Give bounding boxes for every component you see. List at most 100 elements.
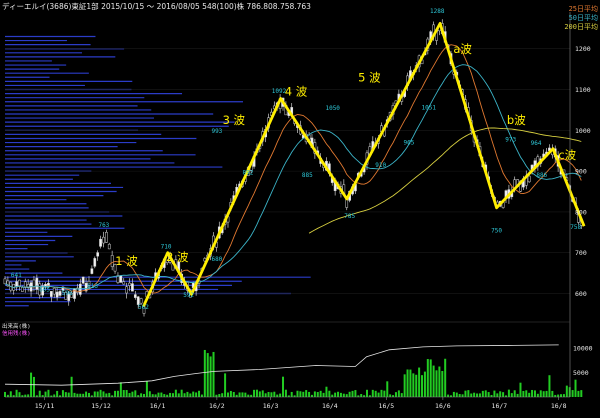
stock-chart: 1 波 2 波 3 波 4 波 5 波 a波 b波 c波 641 605 596 763 613 562… xyxy=(0,0,600,418)
x-tick-label: 16/5 xyxy=(379,402,395,410)
price-annotation: 964 xyxy=(531,140,542,147)
x-tick-label: 15/11 xyxy=(35,402,55,410)
volume-bar xyxy=(325,386,328,397)
volume-bar xyxy=(105,393,108,397)
candle-body xyxy=(81,276,85,284)
volume-bar xyxy=(108,392,111,397)
volume-bar xyxy=(24,394,27,397)
volume-bar xyxy=(403,374,406,397)
price-annotation: 892 xyxy=(243,169,254,176)
candle-body xyxy=(128,282,131,286)
volume-bar xyxy=(119,382,122,397)
wave-label: c波 xyxy=(558,148,576,162)
ma-legend-50: 50日平均 xyxy=(569,13,598,22)
volume-bar xyxy=(562,394,565,397)
volume-bar xyxy=(270,392,273,397)
candle-body xyxy=(107,243,111,250)
x-tick-label: 16/2 xyxy=(209,402,225,410)
price-annotation: 993 xyxy=(211,128,222,135)
price-annotation: 973 xyxy=(505,136,516,143)
elliott-wave: 1 波 2 波 3 波 4 波 5 波 a波 b波 c波 xyxy=(115,21,586,308)
volume-bar xyxy=(232,391,235,397)
ma-legend-200: 200日平均 xyxy=(564,22,598,31)
price-annotation: 758 xyxy=(570,224,581,231)
volume-label: 出来高(株) xyxy=(2,322,31,330)
price-tick-label: 700 xyxy=(575,249,587,257)
volume-bar xyxy=(273,391,276,397)
volume-bar xyxy=(255,389,258,397)
wave-label: 1 波 xyxy=(115,254,138,268)
price-annotation: 886 xyxy=(536,172,547,179)
candle-body xyxy=(102,236,105,244)
volume-bar xyxy=(348,391,351,397)
volume-bar xyxy=(32,376,35,397)
volume-bar xyxy=(481,390,484,397)
volume-bar xyxy=(305,390,308,397)
volume-bar xyxy=(519,382,522,397)
x-tick-label: 16/3 xyxy=(263,402,279,410)
price-annotation: 605 xyxy=(39,286,50,293)
volume-bar xyxy=(6,394,9,397)
volume-bar xyxy=(406,369,409,397)
candlesticks xyxy=(3,19,583,317)
volume-tick-label: 5000 xyxy=(573,369,589,377)
price-annotation: 1288 xyxy=(430,8,445,15)
volume-bar xyxy=(192,391,195,397)
candle-body xyxy=(96,252,100,257)
volume-bar xyxy=(409,369,412,397)
volume-bar xyxy=(400,393,403,397)
volume-bar xyxy=(531,389,534,397)
volume-bar xyxy=(238,392,241,397)
volume-bar xyxy=(206,353,209,397)
volume-bar xyxy=(577,390,580,397)
volume-bar xyxy=(316,392,319,397)
volume-panel xyxy=(4,344,583,397)
volume-bar xyxy=(171,393,174,397)
volume-bar xyxy=(502,392,505,397)
volume-bar xyxy=(328,390,331,397)
candle-body xyxy=(99,238,102,247)
volume-bar xyxy=(539,390,542,397)
volume-bar xyxy=(389,394,392,397)
volume-bar xyxy=(296,390,299,397)
price-annotation: 750 xyxy=(491,227,502,234)
price-tick-label: 800 xyxy=(575,208,587,216)
volume-bar xyxy=(499,391,502,397)
volume-bar xyxy=(125,390,128,397)
volume-bar xyxy=(38,390,41,397)
margin-balance-line xyxy=(4,344,559,386)
volume-bar xyxy=(510,393,513,397)
volume-bar xyxy=(478,393,481,397)
volume-bar xyxy=(264,393,267,397)
volume-bar xyxy=(394,392,397,397)
volume-bar xyxy=(154,394,157,397)
volume-bar xyxy=(226,392,229,397)
volume-bar xyxy=(224,373,227,397)
volume-bar xyxy=(308,391,311,397)
volume-bar xyxy=(102,391,105,397)
volume-bar xyxy=(27,394,30,397)
volume-bar xyxy=(261,390,264,397)
volume-bar xyxy=(452,391,455,397)
volume-bar xyxy=(418,367,421,397)
candle-body xyxy=(527,175,531,183)
candle-body xyxy=(110,255,114,267)
volume-bar xyxy=(82,393,85,397)
volume-bar xyxy=(421,375,424,397)
volume-bar xyxy=(99,389,102,397)
price-annotation: 596 xyxy=(62,290,73,297)
volume-bar xyxy=(507,389,510,397)
volume-bar xyxy=(276,394,279,397)
volume-bar xyxy=(169,392,172,397)
volume-bar xyxy=(128,393,131,397)
volume-bar xyxy=(496,393,499,397)
candle-body xyxy=(73,288,76,299)
candle-body xyxy=(32,279,36,288)
volume-bar xyxy=(290,391,293,397)
volume-bar xyxy=(198,390,201,397)
volume-bar xyxy=(87,392,90,397)
volume-bar xyxy=(313,391,316,397)
volume-bar xyxy=(377,392,380,397)
volume-bar xyxy=(371,389,374,397)
volume-bar xyxy=(490,394,493,397)
